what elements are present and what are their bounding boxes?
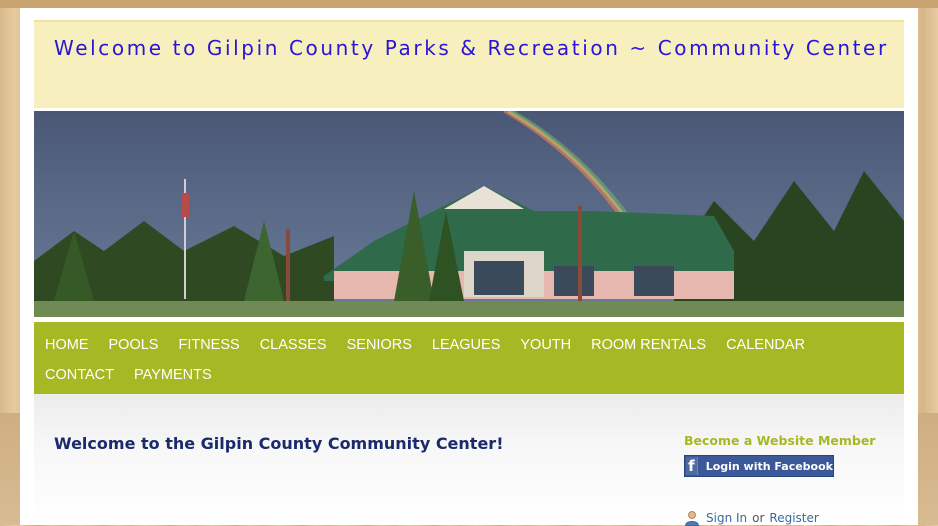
user-icon — [685, 511, 699, 526]
page-container: Welcome to Gilpin County Parks & Recreat… — [20, 8, 918, 526]
or-text: or — [752, 511, 765, 525]
member-signup-title: Become a Website Member — [684, 433, 876, 448]
register-link[interactable]: Register — [769, 511, 818, 525]
site-header: Welcome to Gilpin County Parks & Recreat… — [34, 20, 904, 108]
main-content: Welcome to the Gilpin County Community C… — [34, 394, 904, 526]
nav-item-classes[interactable]: CLASSES — [260, 330, 327, 360]
nav-item-youth[interactable]: YOUTH — [520, 330, 571, 360]
building-photo-icon — [34, 111, 904, 317]
wood-background-top — [0, 0, 938, 8]
nav-item-home[interactable]: HOME — [45, 330, 89, 360]
banner-photo — [34, 111, 904, 317]
nav-item-pools[interactable]: POOLS — [109, 330, 159, 360]
nav-item-room-rentals[interactable]: ROOM RENTALS — [591, 330, 706, 360]
page-title: Welcome to the Gilpin County Community C… — [54, 434, 504, 453]
nav-item-payments[interactable]: PAYMENTS — [134, 360, 212, 390]
facebook-login-label: Login with Facebook — [705, 459, 833, 473]
main-navigation: HOME POOLS FITNESS CLASSES SENIORS LEAGU… — [34, 322, 904, 394]
facebook-login-button[interactable]: f Login with Facebook — [684, 455, 834, 477]
nav-item-seniors[interactable]: SENIORS — [347, 330, 412, 360]
nav-item-fitness[interactable]: FITNESS — [178, 330, 239, 360]
facebook-icon: f — [686, 457, 698, 475]
site-title[interactable]: Welcome to Gilpin County Parks & Recreat… — [54, 36, 889, 60]
sign-in-link[interactable]: Sign In — [706, 511, 747, 525]
auth-links: Sign In or Register — [684, 510, 819, 526]
nav-item-contact[interactable]: CONTACT — [45, 360, 114, 390]
nav-item-calendar[interactable]: CALENDAR — [726, 330, 805, 360]
nav-item-leagues[interactable]: LEAGUES — [432, 330, 501, 360]
